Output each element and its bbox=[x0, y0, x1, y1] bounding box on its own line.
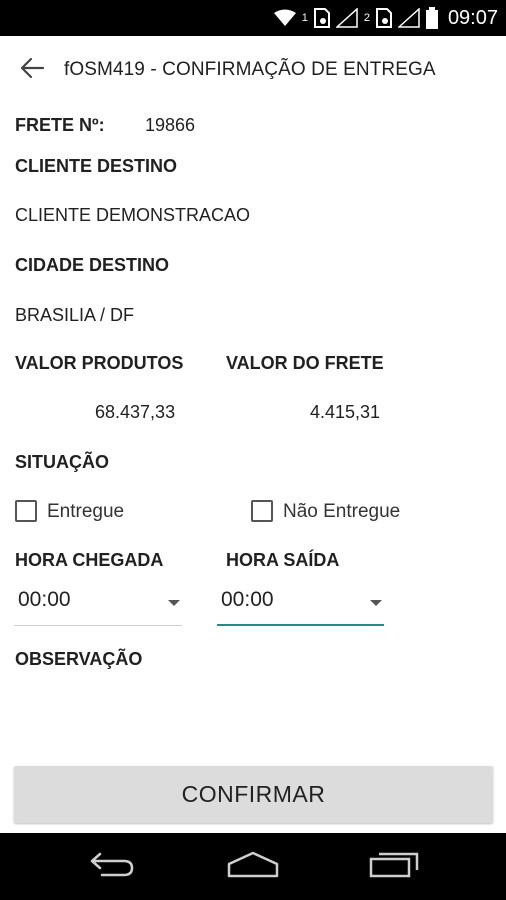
observacao-label: OBSERVAÇÃO bbox=[15, 649, 143, 669]
cliente-destino-label: CLIENTE DESTINO bbox=[15, 156, 178, 176]
nao-entregue-checkbox[interactable] bbox=[251, 500, 273, 522]
dropdown-arrow-icon bbox=[168, 600, 180, 606]
select-underline bbox=[14, 625, 182, 626]
observacao-input[interactable] bbox=[14, 676, 493, 756]
dropdown-arrow-icon bbox=[370, 600, 382, 606]
nav-home-button[interactable] bbox=[198, 833, 308, 900]
cidade-destino-label: CIDADE DESTINO bbox=[15, 255, 170, 275]
cidade-destino-value: BRASILIA / DF bbox=[15, 305, 135, 325]
hora-saida-value: 00:00 bbox=[221, 588, 274, 611]
nav-recents-button[interactable] bbox=[339, 833, 449, 900]
confirm-button[interactable]: CONFIRMAR bbox=[14, 766, 493, 823]
app-bar: fOSM419 - CONFIRMAÇÃO DE ENTREGA bbox=[0, 36, 506, 104]
valor-frete-value: 4.415,31 bbox=[310, 402, 381, 422]
sim1-label: 1 bbox=[301, 12, 308, 24]
entregue-checkbox-label[interactable]: Entregue bbox=[47, 501, 124, 523]
back-nav-icon bbox=[88, 850, 136, 883]
arrow-left-icon bbox=[19, 57, 45, 84]
hora-chegada-select[interactable]: 00:00 bbox=[14, 580, 182, 626]
entregue-checkbox[interactable] bbox=[15, 500, 37, 522]
frete-label: FRETE Nº: bbox=[15, 115, 105, 135]
page-title: fOSM419 - CONFIRMAÇÃO DE ENTREGA bbox=[64, 59, 436, 80]
sim1-icon bbox=[313, 8, 330, 28]
hora-chegada-label: HORA CHEGADA bbox=[15, 550, 164, 570]
frete-value: 19866 bbox=[145, 115, 196, 135]
signal-icon-2 bbox=[397, 8, 420, 28]
status-icons: 1 2 09:07 bbox=[273, 0, 498, 36]
nao-entregue-checkbox-label[interactable]: Não Entregue bbox=[283, 501, 400, 523]
sim2-icon bbox=[375, 8, 392, 28]
navigation-bar bbox=[0, 833, 506, 900]
sim2-label: 2 bbox=[363, 12, 370, 24]
status-bar: 1 2 09:07 bbox=[0, 0, 506, 36]
hora-saida-label: HORA SAÍDA bbox=[226, 550, 340, 570]
back-button[interactable] bbox=[0, 36, 64, 104]
battery-icon bbox=[425, 7, 438, 29]
signal-icon bbox=[335, 8, 358, 28]
status-time: 09:07 bbox=[447, 6, 498, 29]
hora-chegada-value: 00:00 bbox=[18, 588, 71, 611]
nav-back-button[interactable] bbox=[57, 833, 167, 900]
situacao-label: SITUAÇÃO bbox=[15, 452, 109, 472]
cliente-destino-value: CLIENTE DEMONSTRACAO bbox=[15, 205, 251, 225]
wifi-icon bbox=[273, 9, 296, 27]
valor-produtos-label: VALOR PRODUTOS bbox=[15, 353, 184, 373]
select-underline-focused bbox=[217, 624, 384, 626]
valor-produtos-value: 68.437,33 bbox=[95, 402, 176, 422]
hora-saida-select[interactable]: 00:00 bbox=[217, 580, 384, 626]
recents-nav-icon bbox=[369, 850, 419, 883]
valor-frete-label: VALOR DO FRETE bbox=[226, 353, 384, 373]
home-nav-icon bbox=[226, 850, 280, 883]
